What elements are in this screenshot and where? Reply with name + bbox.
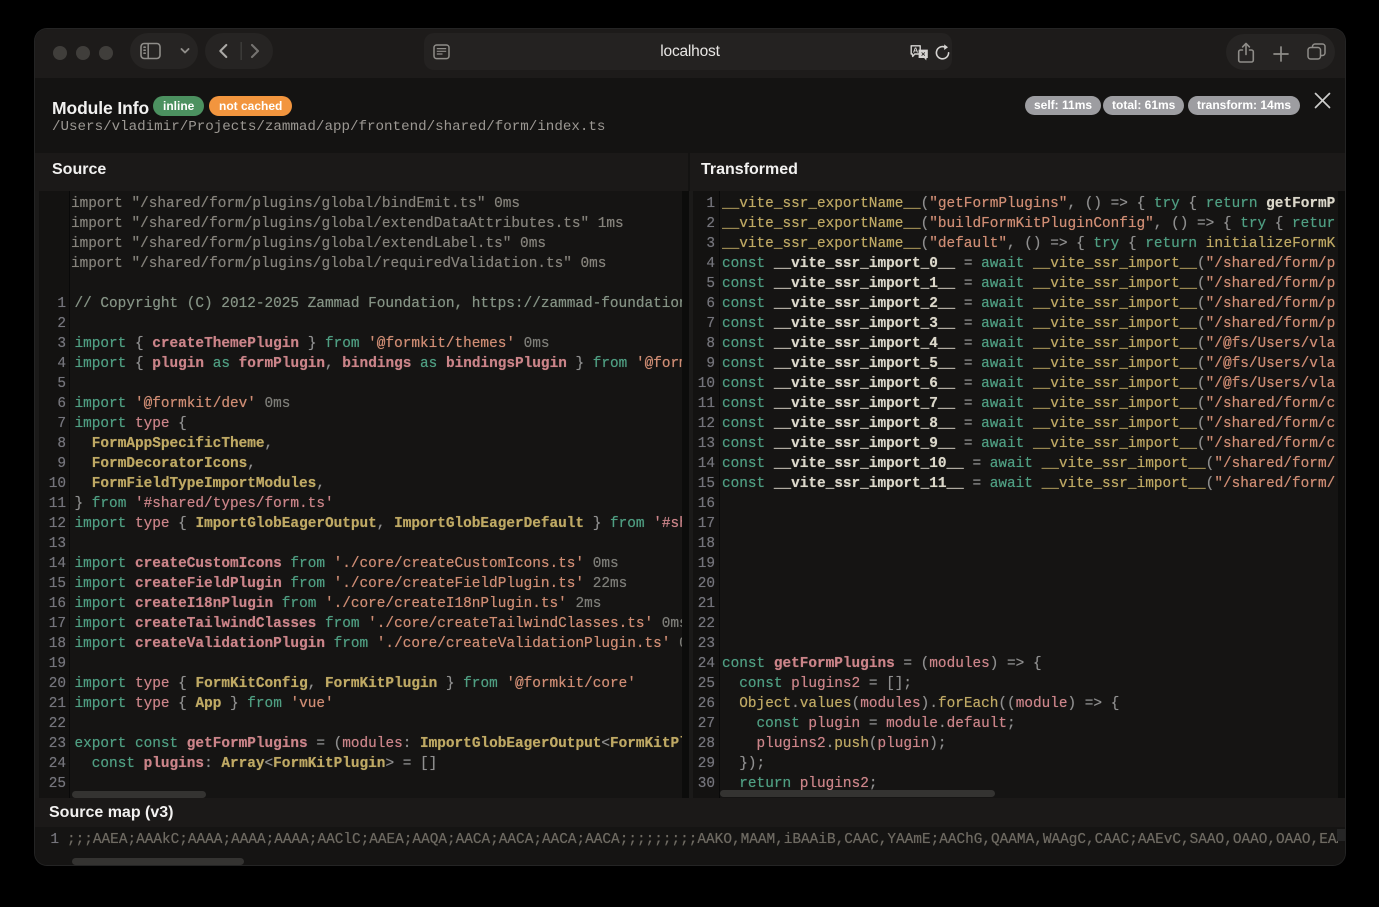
svg-text:A: A bbox=[913, 46, 919, 55]
svg-text:×: × bbox=[921, 49, 926, 58]
